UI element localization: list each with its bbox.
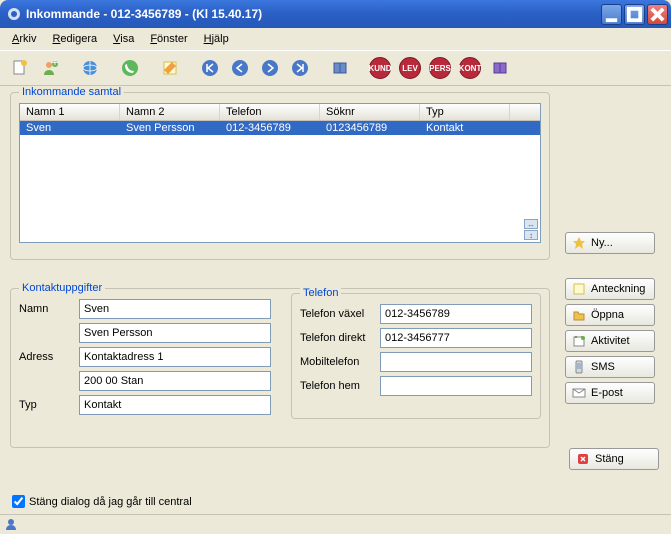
menu-arkiv[interactable]: Arkiv [6, 31, 42, 47]
ny-button[interactable]: Ny... [565, 232, 655, 254]
stang-button[interactable]: Stäng [569, 448, 659, 470]
cell-telefon: 012-3456789 [220, 121, 320, 135]
list-row[interactable]: Sven Sven Persson 012-3456789 0123456789… [20, 121, 540, 135]
close-button[interactable] [647, 4, 668, 25]
direkt-input[interactable] [380, 328, 532, 348]
namn1-input[interactable] [79, 299, 271, 319]
toolbar-nav-prev-icon[interactable] [228, 56, 252, 80]
col-namn1[interactable]: Namn 1 [20, 104, 120, 120]
close-dialog-label: Stäng dialog då jag går till central [29, 496, 192, 508]
app-icon [6, 6, 22, 22]
note-icon [572, 282, 586, 296]
scroll-h-icon[interactable]: ↔ [524, 219, 538, 229]
namn-label: Namn [19, 303, 79, 315]
vaxel-label: Telefon växel [300, 308, 380, 320]
toolbar-badge-kont[interactable]: KONT [458, 56, 482, 80]
toolbar-book2-icon[interactable] [488, 56, 512, 80]
oppna-label: Öppna [591, 309, 624, 321]
contact-details-group: Kontaktuppgifter Namn Adress [10, 288, 550, 448]
toolbar-note-icon[interactable] [158, 56, 182, 80]
status-bar [0, 514, 671, 532]
status-user-icon [4, 517, 18, 531]
toolbar-nav-first-icon[interactable] [198, 56, 222, 80]
typ-label: Typ [19, 399, 79, 411]
epost-label: E-post [591, 387, 623, 399]
window-title: Inkommande - 012-3456789 - (Kl 15.40.17) [26, 7, 601, 21]
menu-visa[interactable]: Visa [107, 31, 140, 47]
minimize-button[interactable] [601, 4, 622, 25]
svg-text:+: + [52, 58, 58, 69]
toolbar: + KUND LEV PERS KONT [0, 50, 671, 86]
cell-typ: Kontakt [420, 121, 510, 135]
incoming-calls-legend: Inkommande samtal [19, 86, 124, 98]
menu-bar: Arkiv Redigera Visa Fönster Hjälp [0, 28, 671, 50]
title-bar: Inkommande - 012-3456789 - (Kl 15.40.17) [0, 0, 671, 28]
anteckning-button[interactable]: Anteckning [565, 278, 655, 300]
phone-legend: Telefon [300, 287, 341, 299]
incoming-calls-group: Inkommande samtal Namn 1 Namn 2 Telefon … [10, 92, 550, 260]
call-list[interactable]: Namn 1 Namn 2 Telefon Söknr Typ Sven Sve… [19, 103, 541, 243]
aktivitet-label: Aktivitet [591, 335, 630, 347]
vaxel-input[interactable] [380, 304, 532, 324]
toolbar-nav-next-icon[interactable] [258, 56, 282, 80]
close-dialog-checkbox[interactable] [12, 495, 25, 508]
ny-label: Ny... [591, 237, 613, 249]
menu-hjalp[interactable]: Hjälp [198, 31, 235, 47]
epost-button[interactable]: E-post [565, 382, 655, 404]
mobil-input[interactable] [380, 352, 532, 372]
toolbar-user-icon[interactable]: + [38, 56, 62, 80]
toolbar-call-icon[interactable] [118, 56, 142, 80]
cell-namn1: Sven [20, 121, 120, 135]
adress1-input[interactable] [79, 347, 271, 367]
toolbar-badge-kund[interactable]: KUND [368, 56, 392, 80]
cell-soknr: 0123456789 [320, 121, 420, 135]
menu-redigera[interactable]: Redigera [46, 31, 103, 47]
adress-label: Adress [19, 351, 79, 363]
direkt-label: Telefon direkt [300, 332, 380, 344]
oppna-button[interactable]: Öppna [565, 304, 655, 326]
anteckning-label: Anteckning [591, 283, 645, 295]
phone-icon [572, 360, 586, 374]
col-typ[interactable]: Typ [420, 104, 510, 120]
col-telefon[interactable]: Telefon [220, 104, 320, 120]
sms-button[interactable]: SMS [565, 356, 655, 378]
sms-label: SMS [591, 361, 615, 373]
toolbar-nav-last-icon[interactable] [288, 56, 312, 80]
toolbar-badge-lev[interactable]: LEV [398, 56, 422, 80]
toolbar-badge-pers[interactable]: PERS [428, 56, 452, 80]
col-namn2[interactable]: Namn 2 [120, 104, 220, 120]
menu-fonster[interactable]: Fönster [144, 31, 193, 47]
close-dialog-checkbox-row: Stäng dialog då jag går till central [12, 495, 192, 508]
mobil-label: Mobiltelefon [300, 356, 380, 368]
col-soknr[interactable]: Söknr [320, 104, 420, 120]
star-icon [572, 236, 586, 250]
toolbar-globe-icon[interactable] [78, 56, 102, 80]
list-header: Namn 1 Namn 2 Telefon Söknr Typ [20, 104, 540, 121]
hem-label: Telefon hem [300, 380, 380, 392]
activity-icon [572, 334, 586, 348]
aktivitet-button[interactable]: Aktivitet [565, 330, 655, 352]
namn2-input[interactable] [79, 323, 271, 343]
open-icon [572, 308, 586, 322]
hem-input[interactable] [380, 376, 532, 396]
typ-input[interactable] [79, 395, 271, 415]
maximize-button[interactable] [624, 4, 645, 25]
toolbar-new-icon[interactable] [8, 56, 32, 80]
contact-details-legend: Kontaktuppgifter [19, 282, 105, 294]
phone-group: Telefon Telefon växel Telefon direkt Mob… [291, 293, 541, 419]
scroll-icons: ↔ ↕ [524, 219, 538, 240]
close-icon [576, 452, 590, 466]
cell-namn2: Sven Persson [120, 121, 220, 135]
mail-icon [572, 386, 586, 400]
menu-arkiv-label: rkiv [19, 33, 36, 45]
stang-label: Stäng [595, 453, 624, 465]
toolbar-book-icon[interactable] [328, 56, 352, 80]
adress2-input[interactable] [79, 371, 271, 391]
scroll-v-icon[interactable]: ↕ [524, 230, 538, 240]
